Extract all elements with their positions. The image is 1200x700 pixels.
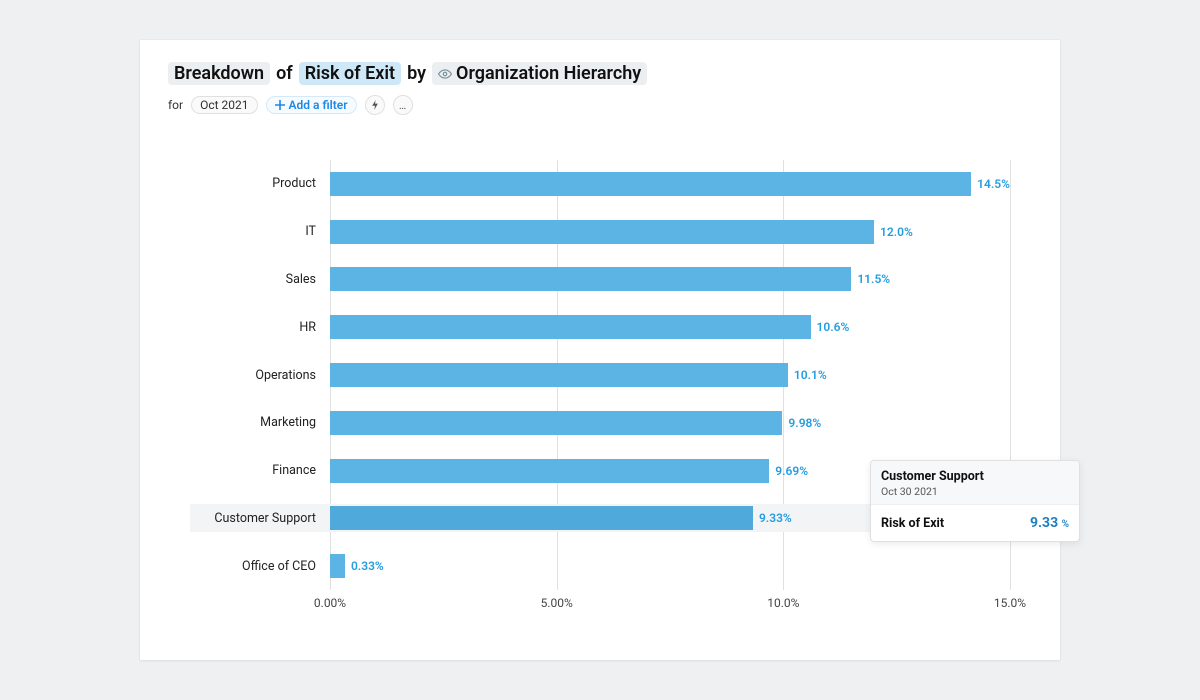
category-label: Product xyxy=(194,176,324,191)
period-pill[interactable]: Oct 2021 xyxy=(191,96,257,114)
category-label: Office of CEO xyxy=(194,559,324,574)
bar[interactable] xyxy=(330,220,874,244)
tooltip-date: Oct 30 2021 xyxy=(881,485,1069,498)
value-label: 9.98% xyxy=(788,416,821,430)
bar-chart: 0.00% 5.00% 10.0% 15.0% Product 14.5% IT 12.0% S… xyxy=(190,160,1030,630)
value-label: 11.5% xyxy=(857,272,890,286)
chart-title: Breakdown of Risk of Exit by Organizatio… xyxy=(168,62,1032,85)
bar-row[interactable]: Product 14.5% xyxy=(190,170,1030,198)
chart-card: Breakdown of Risk of Exit by Organizatio… xyxy=(140,40,1060,660)
quick-action-button[interactable] xyxy=(365,95,385,115)
dimension-token[interactable]: Organization Hierarchy xyxy=(432,62,647,85)
tooltip-header: Customer SupportOct 30 2021 xyxy=(871,461,1079,505)
tooltip-body: Risk of Exit 9.33 % xyxy=(871,505,1079,541)
bar-wrap: 10.1% xyxy=(330,363,1010,387)
bar-wrap: 11.5% xyxy=(330,267,1010,291)
bar-wrap: 12.0% xyxy=(330,220,1010,244)
category-label: Customer Support xyxy=(194,511,324,526)
of-word: of xyxy=(276,63,293,84)
bar-wrap: 10.6% xyxy=(330,315,1010,339)
bar-wrap: 9.98% xyxy=(330,411,1010,435)
category-label: IT xyxy=(194,224,324,239)
tooltip: Customer SupportOct 30 2021 Risk of Exit 9… xyxy=(870,460,1080,542)
bar-row[interactable]: IT 12.0% xyxy=(190,218,1030,246)
bar-wrap: 0.33% xyxy=(330,554,1010,578)
bar[interactable] xyxy=(330,554,345,578)
bar-row[interactable]: Marketing 9.98% xyxy=(190,409,1030,437)
x-axis-tick: 5.00% xyxy=(541,596,573,610)
tooltip-metric: Risk of Exit xyxy=(881,516,944,531)
x-axis-tick: 0.00% xyxy=(314,596,346,610)
bar[interactable] xyxy=(330,267,851,291)
filter-row: for Oct 2021 Add a filter xyxy=(168,95,1032,115)
bar-row[interactable]: Sales 11.5% xyxy=(190,265,1030,293)
tooltip-title: Customer Support xyxy=(881,469,1069,484)
x-axis-tick: 15.0% xyxy=(994,596,1026,610)
category-label: Finance xyxy=(194,463,324,478)
add-filter-button[interactable]: Add a filter xyxy=(266,96,357,114)
bar-row[interactable]: Operations 10.1% xyxy=(190,361,1030,389)
by-word: by xyxy=(407,63,426,84)
x-axis-tick: 10.0% xyxy=(767,596,799,610)
category-label: HR xyxy=(194,320,324,335)
value-label: 10.1% xyxy=(794,368,827,382)
tooltip-unit: % xyxy=(1059,519,1069,530)
plus-icon xyxy=(275,100,285,110)
eye-icon xyxy=(438,67,452,81)
bar[interactable] xyxy=(330,506,753,530)
category-label: Operations xyxy=(194,368,324,383)
value-label: 12.0% xyxy=(880,225,913,239)
value-label: 10.6% xyxy=(817,320,850,334)
category-label: Sales xyxy=(194,272,324,287)
breakdown-token[interactable]: Breakdown xyxy=(168,62,270,85)
tooltip-value: 9.33 xyxy=(1030,515,1058,531)
value-label: 9.33% xyxy=(759,511,792,525)
more-button[interactable] xyxy=(393,95,413,115)
bar[interactable] xyxy=(330,315,811,339)
for-word: for xyxy=(168,98,183,112)
bolt-icon xyxy=(370,100,380,110)
value-label: 0.33% xyxy=(351,559,384,573)
bar[interactable] xyxy=(330,411,782,435)
bar-row[interactable]: Office of CEO 0.33% xyxy=(190,552,1030,580)
value-label: 14.5% xyxy=(977,177,1010,191)
category-label: Marketing xyxy=(194,415,324,430)
bar-wrap: 14.5% xyxy=(330,172,1010,196)
bar[interactable] xyxy=(330,172,971,196)
bar[interactable] xyxy=(330,459,769,483)
bar-row[interactable]: HR 10.6% xyxy=(190,313,1030,341)
dimension-label: Organization Hierarchy xyxy=(456,63,641,84)
value-label: 9.69% xyxy=(775,464,808,478)
bar[interactable] xyxy=(330,363,788,387)
metric-token[interactable]: Risk of Exit xyxy=(299,62,401,85)
add-filter-label: Add a filter xyxy=(289,98,348,112)
